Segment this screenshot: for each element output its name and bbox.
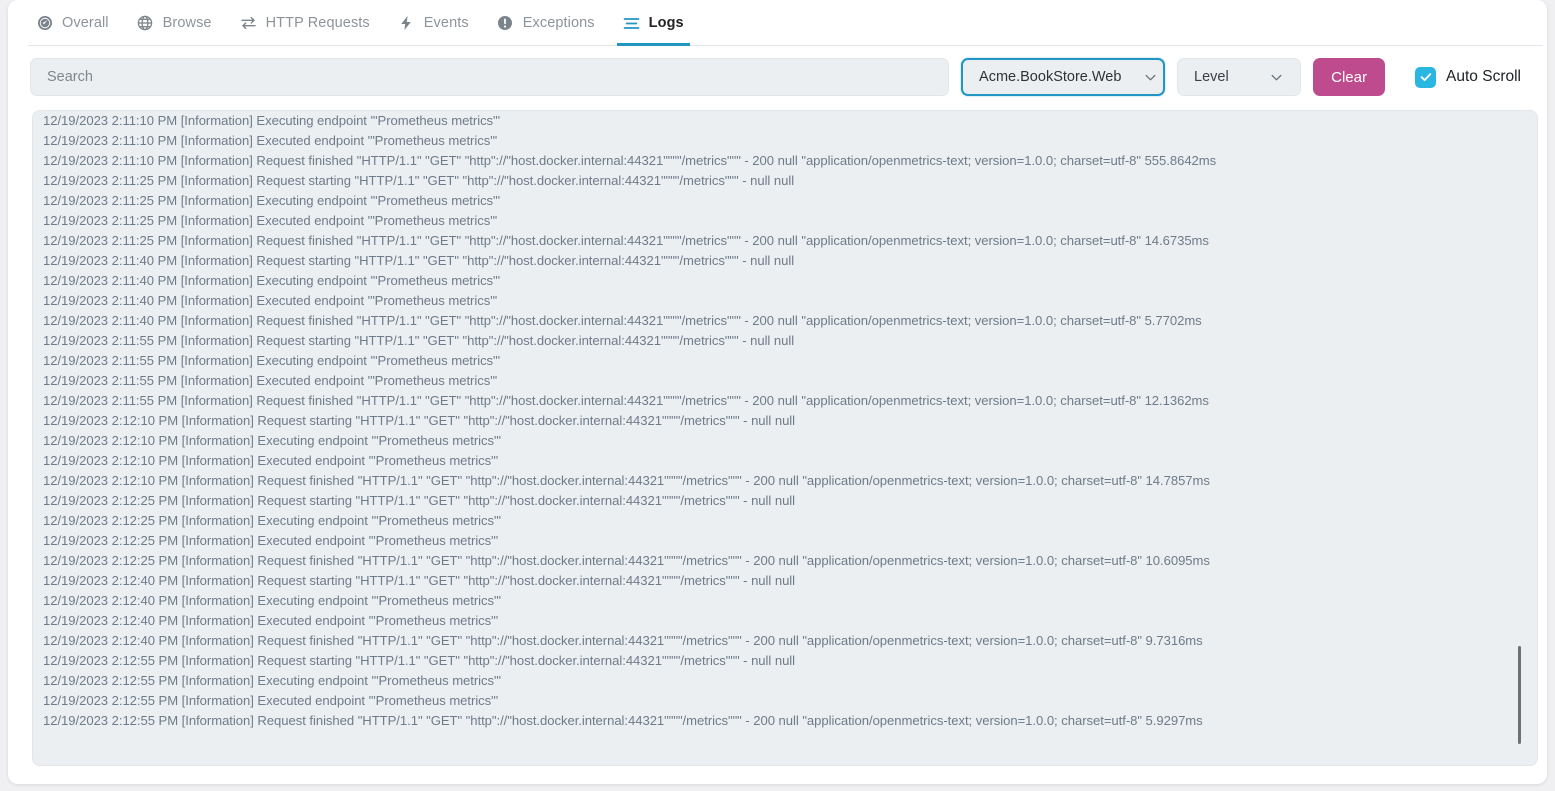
- search-field-wrapper: [30, 58, 949, 96]
- tab-label: Browse: [163, 15, 212, 31]
- log-line: 12/19/2023 2:11:40 PM [Information] Exec…: [43, 271, 1525, 291]
- log-line: 12/19/2023 2:11:55 PM [Information] Requ…: [43, 331, 1525, 351]
- auto-scroll-label: Auto Scroll: [1446, 68, 1521, 86]
- log-line: 12/19/2023 2:12:55 PM [Information] Exec…: [43, 671, 1525, 691]
- log-line: 12/19/2023 2:12:55 PM [Information] Requ…: [43, 711, 1525, 731]
- log-line: 12/19/2023 2:11:40 PM [Information] Exec…: [43, 291, 1525, 311]
- log-line: 12/19/2023 2:11:10 PM [Information] Requ…: [43, 151, 1525, 171]
- log-line: 12/19/2023 2:11:55 PM [Information] Requ…: [43, 391, 1525, 411]
- log-line: 12/19/2023 2:11:55 PM [Information] Exec…: [43, 371, 1525, 391]
- log-line: 12/19/2023 2:12:10 PM [Information] Exec…: [43, 431, 1525, 451]
- log-line: 12/19/2023 2:11:25 PM [Information] Requ…: [43, 231, 1525, 251]
- tab-http-requests[interactable]: HTTP Requests: [226, 0, 384, 46]
- log-line: 12/19/2023 2:12:10 PM [Information] Exec…: [43, 451, 1525, 471]
- lightning-icon: [398, 15, 415, 32]
- tab-label: HTTP Requests: [266, 15, 370, 31]
- chevron-down-icon: [1269, 70, 1284, 85]
- exchange-icon: [240, 15, 257, 32]
- clear-button[interactable]: Clear: [1313, 58, 1385, 96]
- tab-label: Logs: [649, 15, 684, 31]
- log-line: 12/19/2023 2:11:25 PM [Information] Exec…: [43, 191, 1525, 211]
- log-line: 12/19/2023 2:11:25 PM [Information] Exec…: [43, 211, 1525, 231]
- log-line: 12/19/2023 2:12:55 PM [Information] Exec…: [43, 691, 1525, 711]
- tab-label: Exceptions: [523, 15, 595, 31]
- auto-scroll-toggle[interactable]: Auto Scroll: [1415, 67, 1521, 88]
- tab-exceptions[interactable]: Exceptions: [483, 0, 609, 46]
- log-line: 12/19/2023 2:12:40 PM [Information] Exec…: [43, 591, 1525, 611]
- log-scrollbar-thumb[interactable]: [1518, 646, 1521, 744]
- log-line: 12/19/2023 2:12:55 PM [Information] Requ…: [43, 651, 1525, 671]
- tab-browse[interactable]: Browse: [123, 0, 226, 46]
- logs-toolbar: Acme.BookStore.Web Level Clear A: [8, 46, 1547, 106]
- tab-events[interactable]: Events: [384, 0, 483, 46]
- log-output-panel: 12/19/2023 2:11:10 PM [Information] Requ…: [32, 110, 1538, 766]
- log-line: 12/19/2023 2:12:10 PM [Information] Requ…: [43, 411, 1525, 431]
- globe-icon: [137, 15, 154, 32]
- log-line: 12/19/2023 2:12:40 PM [Information] Requ…: [43, 571, 1525, 591]
- exclamation-icon: [497, 15, 514, 32]
- level-select-value: Level: [1194, 69, 1247, 85]
- log-line: 12/19/2023 2:11:40 PM [Information] Requ…: [43, 311, 1525, 331]
- main-tab-bar: Overall Browse: [8, 0, 1547, 46]
- gauge-icon: [36, 15, 53, 32]
- log-line: 12/19/2023 2:12:25 PM [Information] Requ…: [43, 551, 1525, 571]
- log-line: 12/19/2023 2:11:55 PM [Information] Exec…: [43, 351, 1525, 371]
- tab-overall[interactable]: Overall: [22, 0, 123, 46]
- tab-label: Events: [424, 15, 469, 31]
- chevron-down-icon: [1143, 70, 1158, 85]
- log-line: 12/19/2023 2:11:25 PM [Information] Requ…: [43, 171, 1525, 191]
- log-line-list: 12/19/2023 2:11:10 PM [Information] Requ…: [33, 111, 1537, 765]
- log-line: 12/19/2023 2:11:40 PM [Information] Requ…: [43, 251, 1525, 271]
- monitoring-app-card: Overall Browse: [8, 0, 1547, 784]
- log-line: 12/19/2023 2:11:10 PM [Information] Exec…: [43, 111, 1525, 131]
- source-select-value: Acme.BookStore.Web: [979, 69, 1121, 85]
- checkbox-checked-icon[interactable]: [1415, 67, 1436, 88]
- log-line: 12/19/2023 2:12:25 PM [Information] Exec…: [43, 531, 1525, 551]
- level-select[interactable]: Level: [1177, 58, 1301, 96]
- search-input[interactable]: [30, 58, 949, 96]
- log-line: 12/19/2023 2:12:40 PM [Information] Requ…: [43, 631, 1525, 651]
- log-line: 12/19/2023 2:11:10 PM [Information] Exec…: [43, 131, 1525, 151]
- tab-label: Overall: [62, 15, 109, 31]
- log-line: 12/19/2023 2:12:40 PM [Information] Exec…: [43, 611, 1525, 631]
- tab-logs[interactable]: Logs: [609, 0, 698, 46]
- source-select[interactable]: Acme.BookStore.Web: [961, 58, 1165, 96]
- list-lines-icon: [623, 15, 640, 32]
- log-line: 12/19/2023 2:12:25 PM [Information] Requ…: [43, 491, 1525, 511]
- log-line: 12/19/2023 2:12:25 PM [Information] Exec…: [43, 511, 1525, 531]
- log-line: 12/19/2023 2:12:10 PM [Information] Requ…: [43, 471, 1525, 491]
